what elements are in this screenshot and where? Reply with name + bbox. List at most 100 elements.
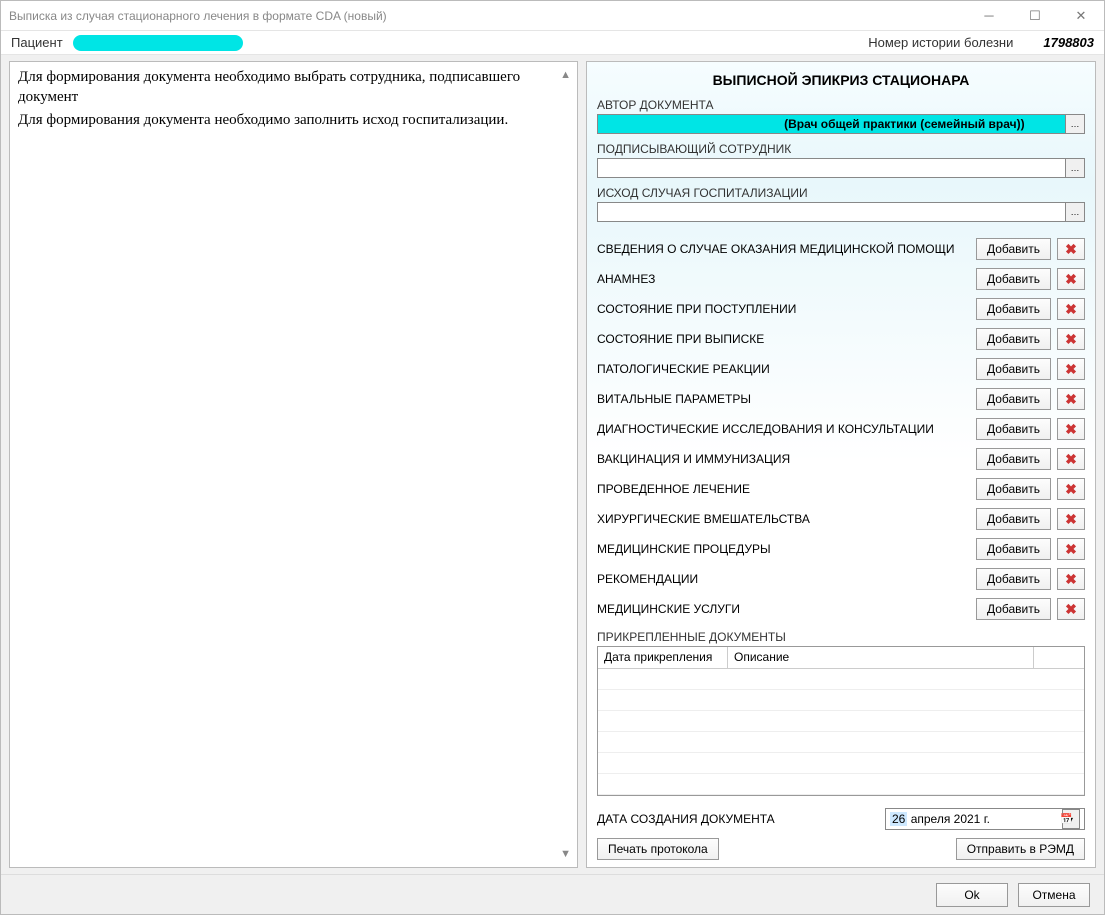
section-label: ПРОВЕДЕННОЕ ЛЕЧЕНИЕ [597, 482, 970, 496]
delete-button[interactable]: ✖ [1057, 478, 1085, 500]
window-title: Выписка из случая стационарного лечения … [9, 9, 966, 23]
section-row: ХИРУРГИЧЕСКИЕ ВМЕШАТЕЛЬСТВА Добавить ✖ [597, 504, 1085, 534]
delete-button[interactable]: ✖ [1057, 598, 1085, 620]
delete-button[interactable]: ✖ [1057, 298, 1085, 320]
attachments-table[interactable]: Дата прикрепления Описание [597, 646, 1085, 796]
delete-icon: ✖ [1065, 272, 1077, 286]
delete-button[interactable]: ✖ [1057, 508, 1085, 530]
delete-icon: ✖ [1065, 422, 1077, 436]
section-label: РЕКОМЕНДАЦИИ [597, 572, 970, 586]
section-label: МЕДИЦИНСКИЕ ПРОЦЕДУРЫ [597, 542, 970, 556]
delete-icon: ✖ [1065, 512, 1077, 526]
cancel-button[interactable]: Отмена [1018, 883, 1090, 907]
delete-icon: ✖ [1065, 542, 1077, 556]
add-button[interactable]: Добавить [976, 448, 1051, 470]
delete-button[interactable]: ✖ [1057, 328, 1085, 350]
section-label: СОСТОЯНИЕ ПРИ ВЫПИСКЕ [597, 332, 970, 346]
scroll-down-icon[interactable]: ▼ [560, 847, 571, 861]
validation-pane: ▲ Для формирования документа необходимо … [9, 61, 578, 868]
section-label: ВИТАЛЬНЫЕ ПАРАМЕТРЫ [597, 392, 970, 406]
add-button[interactable]: Добавить [976, 268, 1051, 290]
section-row: МЕДИЦИНСКИЕ ПРОЦЕДУРЫ Добавить ✖ [597, 534, 1085, 564]
section-label: СОСТОЯНИЕ ПРИ ПОСТУПЛЕНИИ [597, 302, 970, 316]
delete-icon: ✖ [1065, 332, 1077, 346]
delete-icon: ✖ [1065, 452, 1077, 466]
add-button[interactable]: Добавить [976, 598, 1051, 620]
add-button[interactable]: Добавить [976, 298, 1051, 320]
delete-button[interactable]: ✖ [1057, 568, 1085, 590]
table-row[interactable] [598, 732, 1084, 753]
delete-icon: ✖ [1065, 242, 1077, 256]
history-number: 1798803 [1043, 35, 1094, 50]
attach-col-extra[interactable] [1034, 647, 1084, 668]
delete-button[interactable]: ✖ [1057, 238, 1085, 260]
add-button[interactable]: Добавить [976, 388, 1051, 410]
add-button[interactable]: Добавить [976, 418, 1051, 440]
add-button[interactable]: Добавить [976, 478, 1051, 500]
delete-button[interactable]: ✖ [1057, 358, 1085, 380]
minimize-button[interactable]: ─ [966, 1, 1012, 31]
print-button[interactable]: Печать протокола [597, 838, 719, 860]
send-remd-button[interactable]: Отправить в РЭМД [956, 838, 1085, 860]
maximize-button[interactable]: ☐ [1012, 1, 1058, 31]
section-row: СВЕДЕНИЯ О СЛУЧАЕ ОКАЗАНИЯ МЕДИЦИНСКОЙ П… [597, 234, 1085, 264]
outcome-input[interactable] [597, 202, 1066, 222]
table-row[interactable] [598, 690, 1084, 711]
outcome-label: ИСХОД СЛУЧАЯ ГОСПИТАЛИЗАЦИИ [597, 186, 1085, 200]
scroll-up-icon[interactable]: ▲ [560, 68, 571, 82]
author-input[interactable]: (Врач общей практики (семейный врач)) [597, 114, 1066, 134]
patient-label: Пациент [11, 35, 63, 50]
attach-col-desc[interactable]: Описание [728, 647, 1034, 668]
attach-col-date[interactable]: Дата прикрепления [598, 647, 728, 668]
table-row[interactable] [598, 711, 1084, 732]
signer-input[interactable] [597, 158, 1066, 178]
delete-icon: ✖ [1065, 362, 1077, 376]
table-row[interactable] [598, 669, 1084, 690]
ok-button[interactable]: Ok [936, 883, 1008, 907]
delete-icon: ✖ [1065, 392, 1077, 406]
info-bar: Пациент Номер истории болезни 1798803 [1, 31, 1104, 55]
section-row: ВАКЦИНАЦИЯ И ИММУНИЗАЦИЯДобавить✖ [597, 444, 1085, 474]
table-row[interactable] [598, 753, 1084, 774]
calendar-icon[interactable]: ▾ [1062, 809, 1080, 829]
table-row[interactable] [598, 774, 1084, 795]
form-pane: ВЫПИСНОЙ ЭПИКРИЗ СТАЦИОНАРА АВТОР ДОКУМЕ… [586, 61, 1096, 868]
author-lookup-button[interactable]: … [1065, 114, 1085, 134]
delete-icon: ✖ [1065, 572, 1077, 586]
delete-button[interactable]: ✖ [1057, 448, 1085, 470]
add-button[interactable]: Добавить [976, 358, 1051, 380]
section-row: ПРОВЕДЕННОЕ ЛЕЧЕНИЕ Добавить ✖ [597, 474, 1085, 504]
delete-button[interactable]: ✖ [1057, 418, 1085, 440]
delete-button[interactable]: ✖ [1057, 388, 1085, 410]
add-button[interactable]: Добавить [976, 328, 1051, 350]
section-row: ПАТОЛОГИЧЕСКИЕ РЕАКЦИИ Добавить ✖ [597, 354, 1085, 384]
section-row: ДИАГНОСТИЧЕСКИЕ ИССЛЕДОВАНИЯ И КОНСУЛЬТА… [597, 414, 1085, 444]
delete-button[interactable]: ✖ [1057, 538, 1085, 560]
author-label: АВТОР ДОКУМЕНТА [597, 98, 1085, 112]
outcome-lookup-button[interactable]: … [1065, 202, 1085, 222]
validation-message: Для формирования документа необходимо за… [18, 111, 569, 131]
close-button[interactable]: ✕ [1058, 1, 1104, 31]
section-label: ХИРУРГИЧЕСКИЕ ВМЕШАТЕЛЬСТВА [597, 512, 970, 526]
section-row: РЕКОМЕНДАЦИИ Добавить ✖ [597, 564, 1085, 594]
add-button[interactable]: Добавить [976, 238, 1051, 260]
delete-icon: ✖ [1065, 602, 1077, 616]
history-label: Номер истории болезни [868, 35, 1013, 50]
add-button[interactable]: Добавить [976, 568, 1051, 590]
delete-button[interactable]: ✖ [1057, 268, 1085, 290]
section-label: ПАТОЛОГИЧЕСКИЕ РЕАКЦИИ [597, 362, 970, 376]
doc-date-input[interactable]: 26 апреля 2021 г. ▾ [885, 808, 1085, 830]
validation-message: Для формирования документа необходимо вы… [18, 68, 569, 107]
doc-date-label: ДАТА СОЗДАНИЯ ДОКУМЕНТА [597, 812, 877, 826]
section-row: ВИТАЛЬНЫЕ ПАРАМЕТРЫ Добавить ✖ [597, 384, 1085, 414]
form-title: ВЫПИСНОЙ ЭПИКРИЗ СТАЦИОНАРА [597, 72, 1085, 88]
add-button[interactable]: Добавить [976, 538, 1051, 560]
add-button[interactable]: Добавить [976, 508, 1051, 530]
signer-lookup-button[interactable]: … [1065, 158, 1085, 178]
section-label: ДИАГНОСТИЧЕСКИЕ ИССЛЕДОВАНИЯ И КОНСУЛЬТА… [597, 422, 970, 436]
section-label: АНАМНЕЗ [597, 272, 970, 286]
delete-icon: ✖ [1065, 302, 1077, 316]
patient-name-redacted [73, 35, 243, 51]
section-row: МЕДИЦИНСКИЕ УСЛУГИДобавить✖ [597, 594, 1085, 624]
titlebar: Выписка из случая стационарного лечения … [1, 1, 1104, 31]
